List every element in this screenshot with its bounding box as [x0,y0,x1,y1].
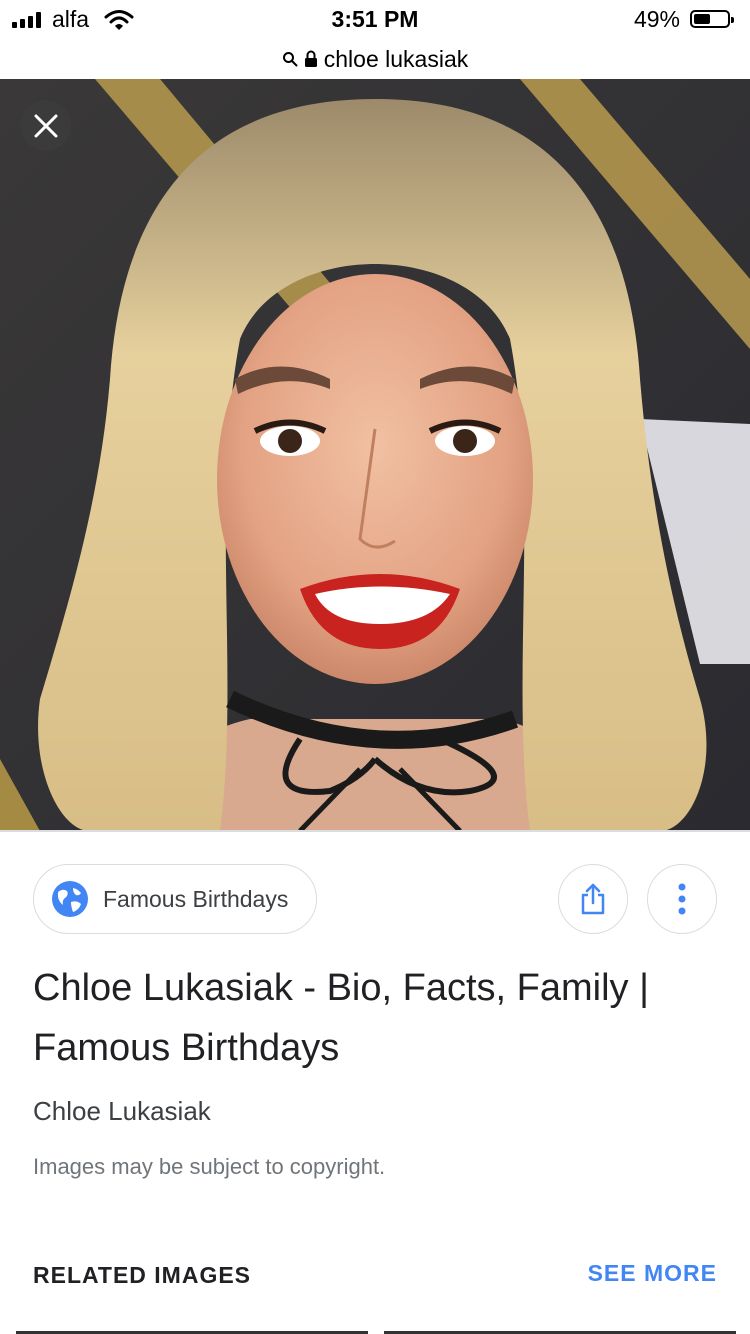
result-title[interactable]: Chloe Lukasiak - Bio, Facts, Family | Fa… [33,958,693,1078]
portrait-photo [0,79,750,831]
image-preview[interactable] [0,79,750,831]
search-icon [282,52,298,67]
see-more-link[interactable]: SEE MORE [588,1260,717,1287]
more-options-button[interactable] [647,864,717,934]
lock-icon [304,50,317,67]
close-button[interactable] [20,100,71,151]
share-icon [581,883,605,915]
source-name: Famous Birthdays [103,885,289,912]
battery-percentage: 49% [633,6,680,32]
globe-icon [52,881,88,917]
source-chip[interactable]: Famous Birthdays [33,864,317,934]
image-divider [0,830,750,832]
copyright-notice: Images may be subject to copyright. [33,1154,386,1179]
result-subtitle: Chloe Lukasiak [33,1096,211,1126]
status-bar: alfa 3:51 PM 49% [0,0,750,40]
related-images-heading: RELATED IMAGES [33,1262,252,1288]
more-vertical-icon [678,883,686,915]
close-icon [34,114,57,137]
share-button[interactable] [558,864,628,934]
url-text: chloe lukasiak [323,45,469,72]
address-bar[interactable]: chloe lukasiak [0,40,750,78]
battery-icon [690,10,734,28]
